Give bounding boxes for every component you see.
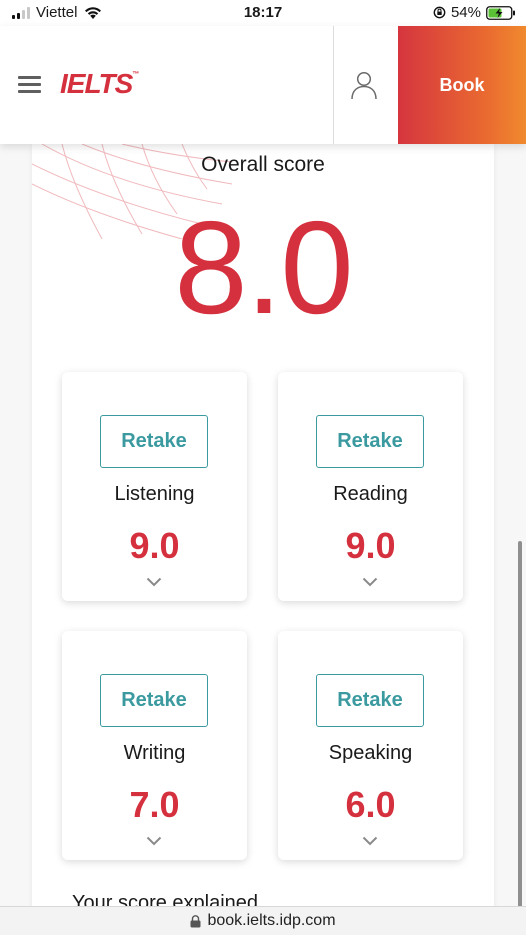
logo-text: IELTS [60,68,133,99]
skill-score-listening: 9.0 [129,525,180,566]
chevron-down-icon[interactable] [362,577,378,587]
score-card: Overall score 8.0 Retake Listening 9.0 R… [32,144,494,906]
skill-card-reading: Retake Reading 9.0 [278,372,463,601]
app-header: IELTS™ Book [0,26,526,144]
rotation-lock-icon [433,6,446,19]
ielts-logo[interactable]: IELTS™ [60,68,139,100]
retake-listening-button[interactable]: Retake [100,415,208,468]
chevron-down-icon[interactable] [146,836,162,846]
header-divider [333,26,334,144]
url-text: book.ielts.idp.com [207,912,336,929]
skill-name-speaking: Speaking [328,742,413,764]
skill-score-writing: 7.0 [129,784,180,825]
results-content: Overall score 8.0 Retake Listening 9.0 R… [0,144,526,906]
account-icon[interactable] [350,70,378,100]
chevron-down-icon[interactable] [146,577,162,587]
skill-name-writing: Writing [123,742,186,764]
retake-reading-button[interactable]: Retake [316,415,424,468]
overall-score-label: Overall score [201,153,325,176]
skill-score-reading: 9.0 [345,525,396,566]
skill-name-reading: Reading [333,483,408,505]
page-scrollbar[interactable] [518,541,522,906]
score-explained-heading: Your score explained [72,892,259,906]
overall-score-value: 8.0 [174,194,354,341]
book-button[interactable]: Book [398,26,526,144]
battery-percent: 54% [450,4,481,21]
retake-speaking-button[interactable]: Retake [316,674,424,727]
menu-icon[interactable] [18,76,41,94]
skill-name-listening: Listening [114,483,195,505]
battery-charging-icon [486,5,515,20]
skill-card-listening: Retake Listening 9.0 [62,372,247,601]
status-right: 54% [433,4,516,21]
chevron-down-icon[interactable] [362,836,378,846]
url-bar[interactable]: book.ielts.idp.com [0,906,526,935]
skill-score-speaking: 6.0 [345,784,396,825]
logo-mark: ™ [132,71,140,78]
skill-card-speaking: Retake Speaking 6.0 [278,631,463,860]
status-bar: Viettel 18:17 54% [0,0,526,26]
padlock-icon [190,914,201,927]
retake-writing-button[interactable]: Retake [100,674,208,727]
skill-card-writing: Retake Writing 7.0 [62,631,247,860]
